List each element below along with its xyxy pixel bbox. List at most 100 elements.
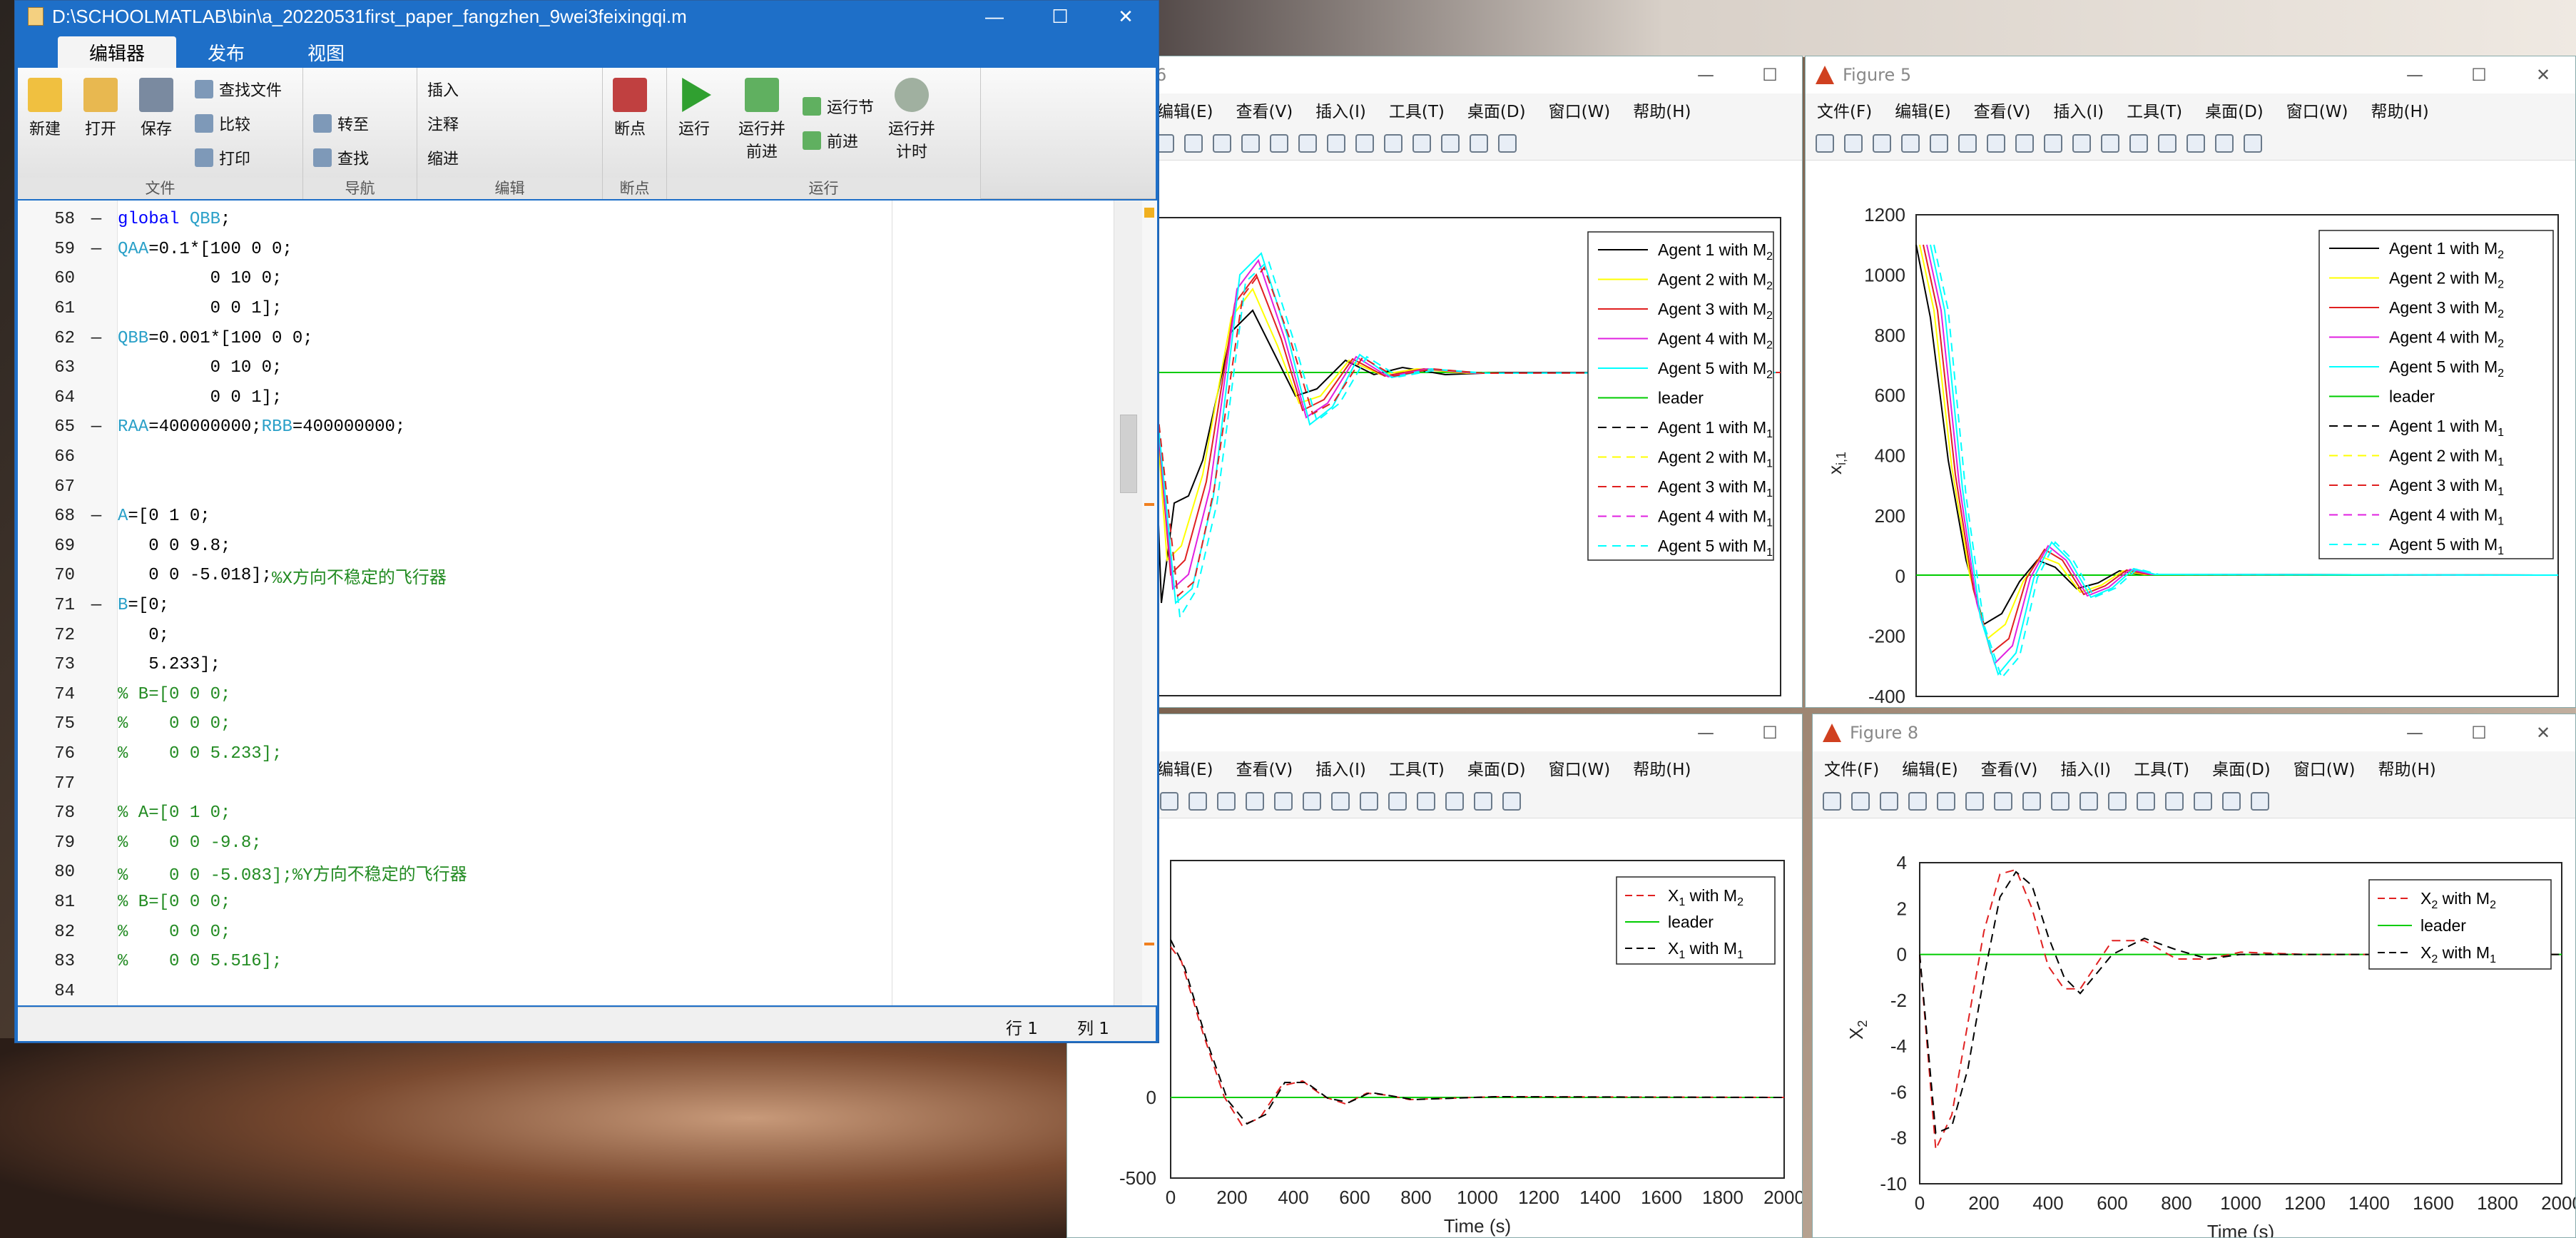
figure-6-window[interactable]: 6 — ☐ 编辑(E) 查看(V) 插入(I) 工具(T) 桌面(D) 窗口(W)… xyxy=(1145,56,1803,708)
menu-desktop[interactable]: 桌面(D) xyxy=(2201,756,2282,780)
zoom-in-icon[interactable] xyxy=(1965,791,1984,811)
brush-icon[interactable] xyxy=(1360,791,1378,811)
rotate-icon[interactable] xyxy=(2051,791,2070,811)
figure-5-titlebar[interactable]: Figure 5 — ☐ ✕ xyxy=(1806,56,2575,93)
maximize-icon[interactable]: ☐ xyxy=(1027,6,1093,28)
breakpoint-marker[interactable]: — xyxy=(75,596,118,615)
menu-window[interactable]: 窗口(W) xyxy=(1537,756,1622,780)
breakpoint-marker[interactable]: — xyxy=(75,240,118,259)
figure-6-titlebar[interactable]: 6 — ☐ xyxy=(1146,56,1802,93)
analyzer-mark[interactable] xyxy=(1144,943,1154,945)
run-and-time-button[interactable]: 运行并 计时 xyxy=(888,78,935,162)
save-button[interactable]: 保存 xyxy=(139,78,173,139)
print-icon[interactable] xyxy=(1908,791,1927,811)
menu-help[interactable]: 帮助(H) xyxy=(2359,98,2440,122)
code-line[interactable]: 69 0 0 9.8; xyxy=(18,532,230,562)
rotate-icon[interactable] xyxy=(1298,133,1317,153)
legend-icon[interactable] xyxy=(2186,133,2205,153)
rotate-icon[interactable] xyxy=(2044,133,2062,153)
hide-tools-icon[interactable] xyxy=(1474,791,1492,811)
dock-icon[interactable] xyxy=(1502,791,1521,811)
menu-view[interactable]: 查看(V) xyxy=(1962,98,2042,122)
zoom-out-icon[interactable] xyxy=(1241,133,1260,153)
menu-tools[interactable]: 工具(T) xyxy=(2115,98,2194,122)
code-line[interactable]: 68— A =[0 1 0; xyxy=(18,502,210,532)
code-line[interactable]: 82 % 0 0 0; xyxy=(18,917,230,947)
zoom-in-icon[interactable] xyxy=(1213,133,1231,153)
link-icon[interactable] xyxy=(1384,133,1402,153)
menu-view[interactable]: 查看(V) xyxy=(1224,756,1304,780)
link-icon[interactable] xyxy=(2137,791,2155,811)
link-icon[interactable] xyxy=(2129,133,2148,153)
figure-7-legend[interactable]: X1 with M2 leader X1 with M1 xyxy=(1616,876,1776,965)
menu-window[interactable]: 窗口(W) xyxy=(2282,756,2367,780)
menu-insert[interactable]: 插入(I) xyxy=(1304,98,1378,122)
breakpoint-marker[interactable]: — xyxy=(75,507,118,526)
menu-file[interactable]: 文件(F) xyxy=(1813,756,1890,780)
close-icon[interactable]: ✕ xyxy=(1093,5,1159,28)
new-figure-icon[interactable] xyxy=(1816,133,1834,153)
data-cursor-icon[interactable] xyxy=(1331,791,1350,811)
pan-icon[interactable] xyxy=(2015,133,2034,153)
zoom-out-icon[interactable] xyxy=(1246,791,1264,811)
brush-icon[interactable] xyxy=(2108,791,2127,811)
comment-button[interactable]: 注释 xyxy=(427,112,459,135)
figure-7-titlebar[interactable]: — ☐ xyxy=(1067,714,1802,751)
save-icon[interactable] xyxy=(1873,133,1891,153)
vertical-scrollbar[interactable] xyxy=(1114,201,1142,1005)
data-cursor-icon[interactable] xyxy=(1327,133,1345,153)
zoom-in-icon[interactable] xyxy=(1217,791,1236,811)
analyzer-mark[interactable] xyxy=(1144,503,1154,506)
new-button[interactable]: 新建 xyxy=(28,78,62,139)
menu-insert[interactable]: 插入(I) xyxy=(2049,756,2122,780)
code-line[interactable]: 62— QBB =0.001*[100 0 0; xyxy=(18,323,312,353)
menu-tools[interactable]: 工具(T) xyxy=(2122,756,2201,780)
code-line[interactable]: 58— global QBB; xyxy=(18,205,230,235)
close-icon[interactable]: ✕ xyxy=(2511,65,2575,85)
code-line[interactable]: 79 % 0 0 -9.8; xyxy=(18,828,261,858)
find-files-button[interactable]: 查找文件 xyxy=(195,78,282,101)
print-icon[interactable] xyxy=(1160,791,1178,811)
code-line[interactable]: 75 % 0 0 0; xyxy=(18,709,230,739)
zoom-out-icon[interactable] xyxy=(1987,133,2005,153)
code-line[interactable]: 65— RAA =400000000; RBB =400000000; xyxy=(18,412,405,442)
open-icon[interactable] xyxy=(1851,791,1870,811)
menu-desktop[interactable]: 桌面(D) xyxy=(1456,756,1537,780)
pointer-icon[interactable] xyxy=(1184,133,1203,153)
dock-icon[interactable] xyxy=(2244,133,2262,153)
close-icon[interactable]: ✕ xyxy=(2511,723,2575,743)
figure-6-legend[interactable]: Agent 1 with M2Agent 2 with M2Agent 3 wi… xyxy=(1587,231,1774,561)
code-line[interactable]: 60 0 10 0; xyxy=(18,264,282,294)
hide-tools-icon[interactable] xyxy=(2215,133,2234,153)
open-icon[interactable] xyxy=(1844,133,1863,153)
brush-icon[interactable] xyxy=(2101,133,2119,153)
code-line[interactable]: 77 xyxy=(18,768,118,798)
goto-button[interactable]: 转至 xyxy=(313,112,369,135)
colorbar-icon[interactable] xyxy=(1417,791,1435,811)
save-icon[interactable] xyxy=(1880,791,1898,811)
menu-view[interactable]: 查看(V) xyxy=(1224,98,1304,122)
code-line[interactable]: 83 % 0 0 5.516]; xyxy=(18,947,282,977)
legend-icon[interactable] xyxy=(1441,133,1460,153)
pan-icon[interactable] xyxy=(2022,791,2041,811)
compare-button[interactable]: 比较 xyxy=(195,112,250,135)
hide-tools-icon[interactable] xyxy=(1470,133,1488,153)
figure-8-legend[interactable]: X2 with M2 leader X2 with M1 xyxy=(2368,879,2552,970)
advance-button[interactable]: 前进 xyxy=(803,129,858,152)
open-button[interactable]: 打开 xyxy=(83,78,118,139)
minimize-icon[interactable]: — xyxy=(1674,65,1738,85)
legend-icon[interactable] xyxy=(1445,791,1464,811)
breakpoint-marker[interactable]: — xyxy=(75,417,118,437)
menu-tools[interactable]: 工具(T) xyxy=(1378,756,1456,780)
code-line[interactable]: 76 % 0 0 5.233]; xyxy=(18,739,282,769)
maximize-icon[interactable]: ☐ xyxy=(1738,723,1802,743)
menu-edit[interactable]: 编辑(E) xyxy=(1890,756,1969,780)
figure-5-window[interactable]: Figure 5 — ☐ ✕ 文件(F) 编辑(E) 查看(V) 插入(I) 工具(… xyxy=(1805,56,2576,708)
new-figure-icon[interactable] xyxy=(1823,791,1841,811)
menu-insert[interactable]: 插入(I) xyxy=(1304,756,1378,780)
menu-insert[interactable]: 插入(I) xyxy=(2042,98,2115,122)
code-line[interactable]: 81 % B=[0 0 0; xyxy=(18,888,230,918)
code-line[interactable]: 78 % A=[0 1 0; xyxy=(18,798,230,828)
code-line[interactable]: 59— QAA =0.1*[100 0 0; xyxy=(18,235,292,265)
rotate-icon[interactable] xyxy=(1303,791,1321,811)
